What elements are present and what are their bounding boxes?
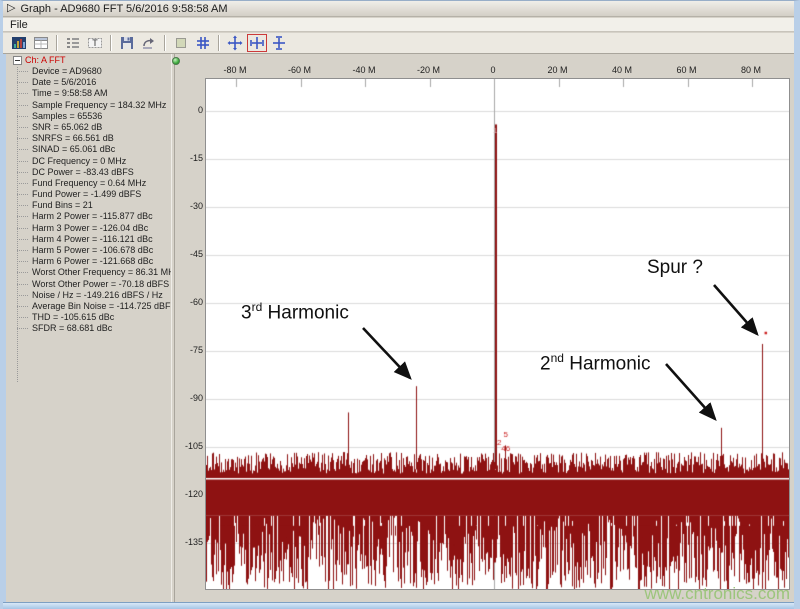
save-button[interactable] — [117, 34, 137, 52]
x-tick-label: -60 M — [287, 65, 311, 75]
tree-item[interactable]: SINAD = 65.061 dBc — [6, 144, 171, 155]
tree-item[interactable]: SNR = 65.062 dB — [6, 122, 171, 133]
y-tick-label: -105 — [184, 441, 203, 451]
x-tick-label: 60 M — [676, 65, 697, 75]
save-icon — [121, 37, 133, 49]
single-pane-button[interactable] — [171, 34, 191, 52]
list-icon — [67, 38, 79, 48]
window-border — [3, 54, 6, 602]
second-harmonic-annotation: 2nd Harmonic — [540, 351, 651, 375]
single-pane-icon — [176, 38, 186, 48]
tree-item[interactable]: Fund Frequency = 0.64 MHz — [6, 178, 171, 189]
x-tick-label: 20 M — [547, 65, 568, 75]
tree-root-row: Ch: A FFT — [6, 55, 171, 66]
y-tick-label: -30 — [189, 201, 203, 211]
x-tick-label: -40 M — [352, 65, 376, 75]
tree-item[interactable]: Noise / Hz = -149.216 dBFS / Hz — [6, 290, 171, 301]
pan-icon — [227, 35, 243, 51]
menu-file[interactable]: File — [3, 19, 35, 31]
tree-item[interactable]: DC Power = -83.43 dBFS — [6, 167, 171, 178]
tree-item[interactable]: THD = -105.615 dBc — [6, 312, 171, 323]
tree-collapse-icon[interactable] — [13, 56, 22, 65]
export-icon — [143, 38, 154, 49]
svg-text:T: T — [92, 38, 98, 48]
toolbar-separator — [56, 35, 58, 51]
toolbar-separator — [164, 35, 166, 51]
toolbar-separator — [218, 35, 220, 51]
x-tick-label: 40 M — [611, 65, 632, 75]
tree-root-label[interactable]: Ch: A FFT — [25, 55, 66, 66]
export-button[interactable] — [139, 34, 159, 52]
tree-item[interactable]: Average Bin Noise = -114.725 dBFS — [6, 301, 171, 312]
tree-item[interactable]: Time = 9:58:58 AM — [6, 88, 171, 99]
tree-item[interactable]: Harm 3 Power = -126.04 dBc — [6, 223, 171, 234]
tree-item[interactable]: Harm 6 Power = -121.668 dBc — [6, 256, 171, 267]
results-tree-panel: Ch: A FFT Device = AD9680 Date = 5/6/2016… — [6, 55, 171, 601]
app-window: ▷ Graph - AD9680 FFT 5/6/2016 9:58:58 AM… — [0, 0, 800, 609]
tree-item[interactable]: Fund Bins = 21 — [6, 200, 171, 211]
fft-plot-canvas[interactable] — [205, 78, 790, 590]
status-led-icon — [172, 57, 180, 65]
text-label-button[interactable]: T — [85, 34, 105, 52]
tree-item[interactable]: DC Frequency = 0 MHz — [6, 156, 171, 167]
crosshair-h-icon — [250, 37, 264, 49]
spur-annotation: Spur ? — [647, 257, 703, 278]
tree-item[interactable]: Worst Other Frequency = 86.31 MHz — [6, 267, 171, 278]
tree-item[interactable]: Harm 4 Power = -116.121 dBc — [6, 234, 171, 245]
tree-item[interactable]: Device = AD9680 — [6, 66, 171, 77]
y-tick-label: -45 — [189, 249, 203, 259]
crosshair-v-button[interactable] — [269, 34, 289, 52]
tree-item[interactable]: Worst Other Power = -70.18 dBFS — [6, 279, 171, 290]
tree-item[interactable]: Harm 5 Power = -106.678 dBc — [6, 245, 171, 256]
datagrid-icon — [34, 37, 48, 49]
grid-panes-button[interactable] — [193, 34, 213, 52]
grid-panes-icon — [197, 37, 209, 49]
y-tick-label: -90 — [189, 393, 203, 403]
tree-item[interactable]: SFDR = 68.681 dBc — [6, 323, 171, 334]
graph-settings-icon — [12, 37, 26, 49]
app-icon: ▷ — [7, 2, 16, 14]
menu-bar: File — [3, 18, 794, 32]
y-tick-label: -120 — [184, 489, 203, 499]
tree-item[interactable]: Fund Power = -1.499 dBFS — [6, 189, 171, 200]
watermark: www.cntronics.com — [644, 584, 790, 603]
content-area: Ch: A FFT Device = AD9680 Date = 5/6/2016… — [3, 54, 794, 603]
title-bar[interactable]: ▷ Graph - AD9680 FFT 5/6/2016 9:58:58 AM — [3, 1, 794, 17]
x-tick-label: -20 M — [416, 65, 440, 75]
graph-settings-button[interactable] — [9, 34, 29, 52]
plot-panel: -80 M -60 M -40 M -20 M 0 20 M 40 M 60 M 80 M 0 -1… — [172, 54, 794, 603]
text-label-icon: T — [88, 38, 102, 48]
third-harmonic-annotation: 3rd Harmonic — [241, 300, 349, 324]
window-title: Graph - AD9680 FFT 5/6/2016 9:58:58 AM — [20, 2, 228, 15]
x-tick-label: 0 — [490, 65, 496, 75]
results-tree: Ch: A FFT Device = AD9680 Date = 5/6/2016… — [6, 55, 171, 382]
pan-button[interactable] — [225, 34, 245, 52]
y-tick-label: -60 — [189, 297, 203, 307]
tree-item[interactable]: Date = 5/6/2016 — [6, 77, 171, 88]
y-tick-label: 0 — [197, 105, 203, 115]
x-tick-label: -80 M — [223, 65, 247, 75]
toolbar: T — [3, 33, 794, 54]
list-button[interactable] — [63, 34, 83, 52]
crosshair-h-button[interactable] — [247, 34, 267, 52]
y-tick-label: -15 — [189, 153, 203, 163]
tree-item[interactable]: Samples = 65536 — [6, 111, 171, 122]
x-tick-label: 80 M — [740, 65, 761, 75]
crosshair-v-icon — [273, 36, 285, 50]
tree-item[interactable]: Sample Frequency = 184.32 MHz — [6, 100, 171, 111]
tree-item[interactable]: Harm 2 Power = -115.877 dBc — [6, 211, 171, 222]
datagrid-button[interactable] — [31, 34, 51, 52]
tree-item[interactable]: SNRFS = 66.561 dB — [6, 133, 171, 144]
y-tick-label: -75 — [189, 345, 203, 355]
toolbar-separator — [110, 35, 112, 51]
y-tick-label: -135 — [184, 537, 203, 547]
